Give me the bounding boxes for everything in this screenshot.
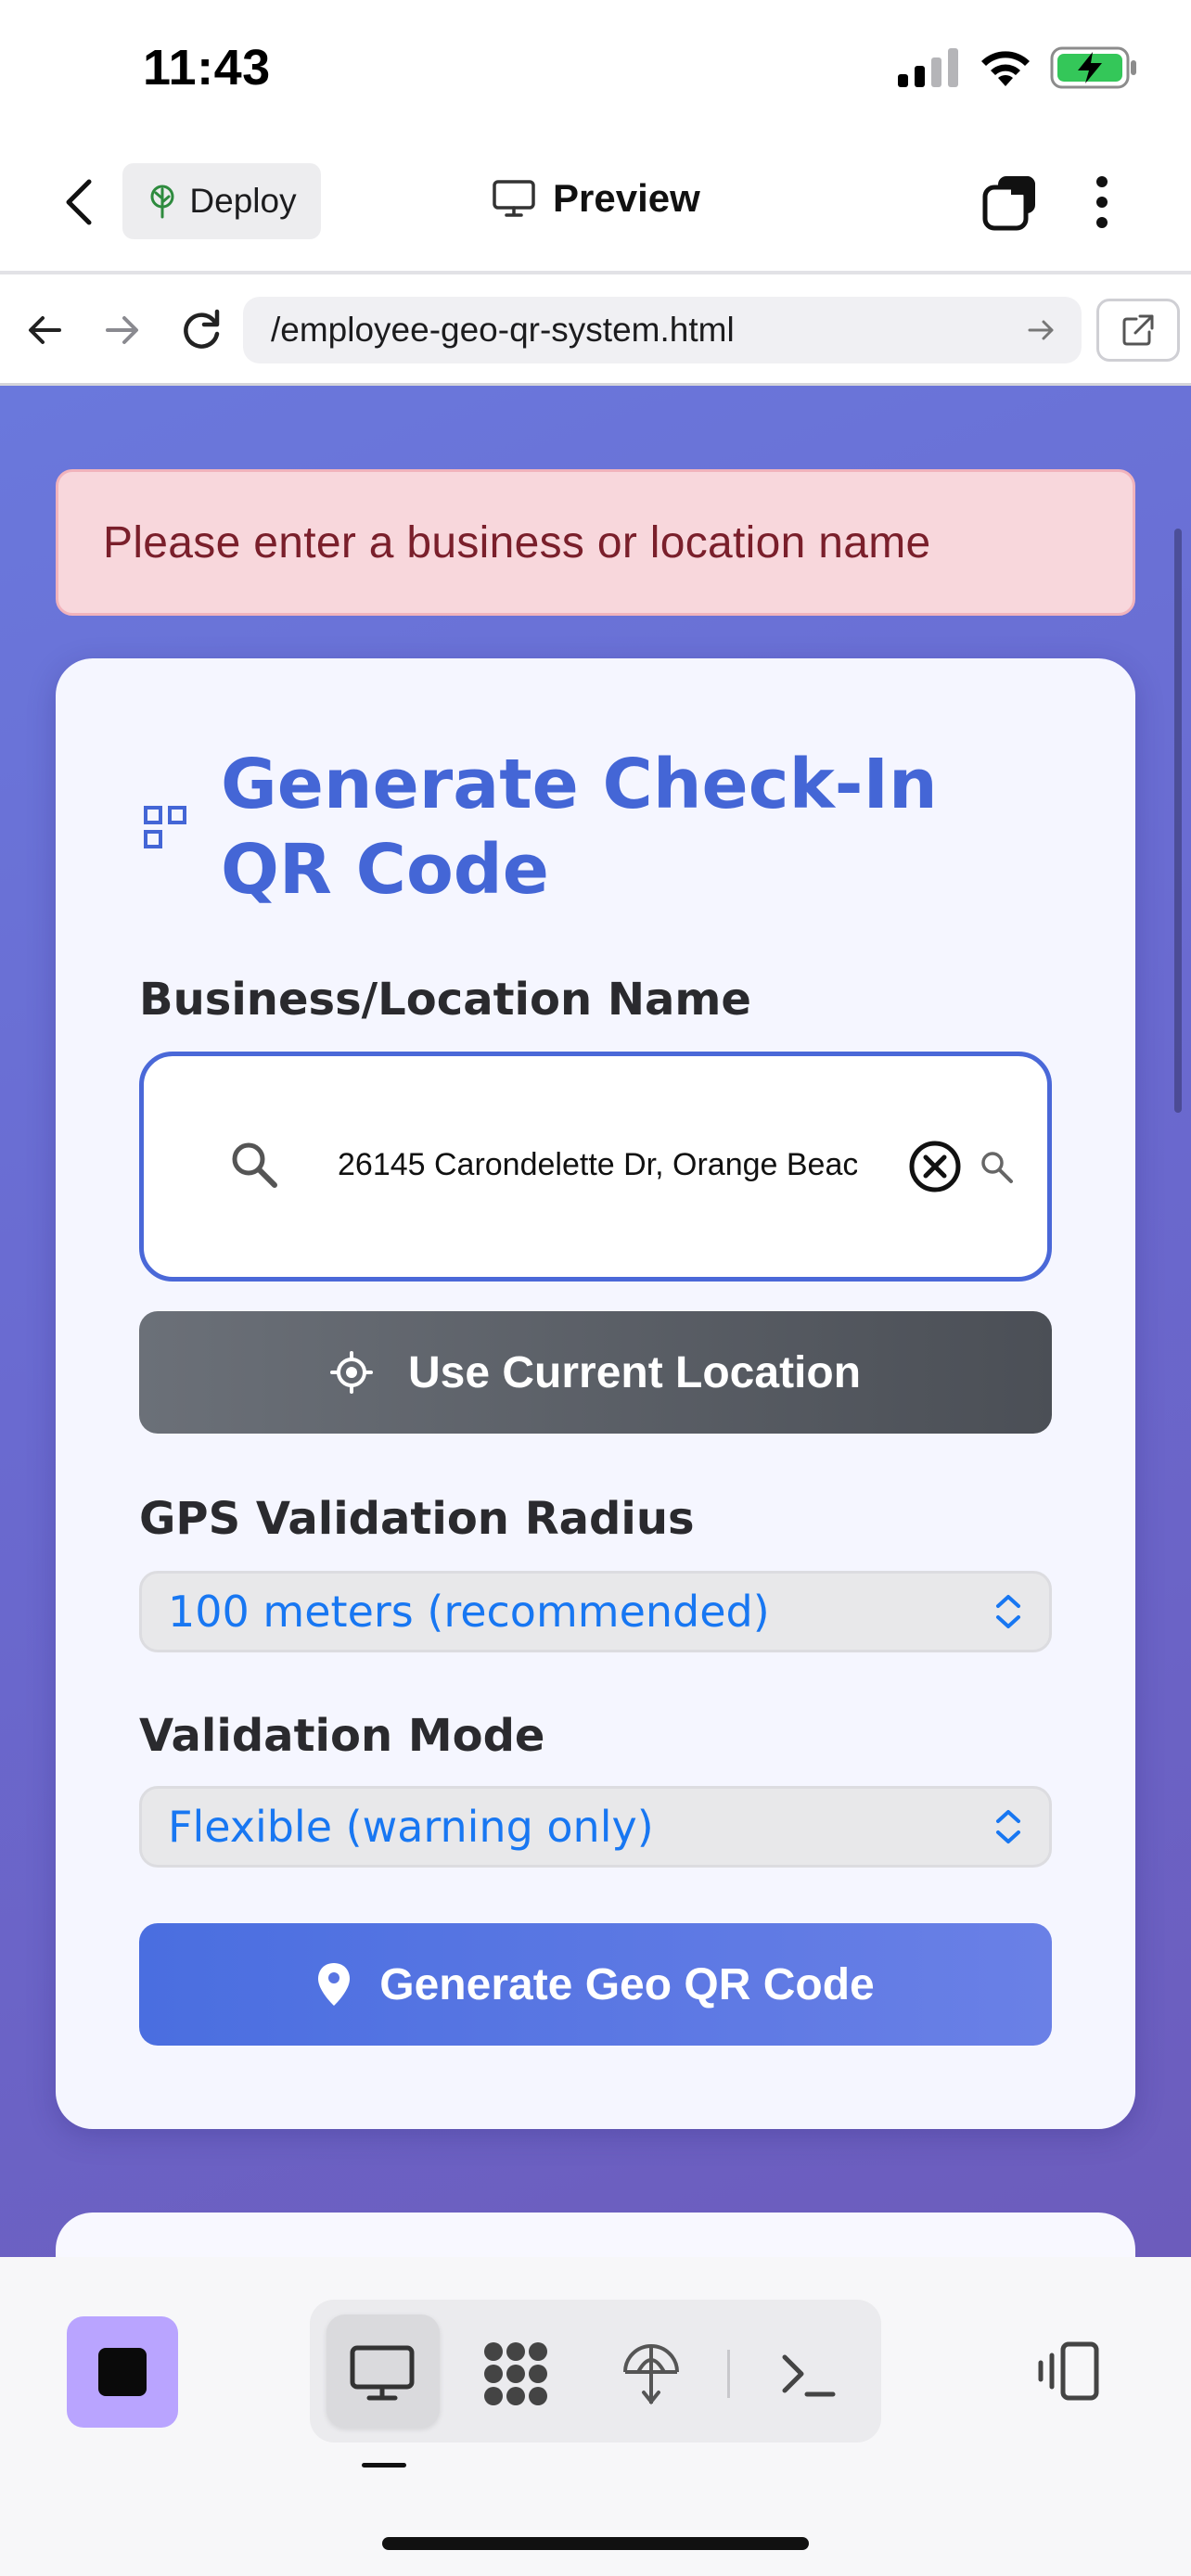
deploy-tree-icon	[150, 185, 174, 219]
map-pin-icon	[318, 1963, 351, 2006]
radius-label: GPS Validation Radius	[139, 1493, 695, 1545]
generate-qr-button[interactable]: Generate Geo QR Code	[139, 1923, 1052, 2046]
url-text: /employee-geo-qr-system.html	[271, 311, 735, 349]
browser-back-icon[interactable]	[24, 310, 65, 351]
use-location-label: Use Current Location	[407, 1347, 862, 1397]
search-small-icon[interactable]	[978, 1148, 1015, 1185]
generate-label: Generate Geo QR Code	[379, 1959, 875, 2009]
browser-forward-icon[interactable]	[102, 310, 143, 351]
cellular-signal-icon	[898, 48, 958, 87]
more-vertical-icon[interactable]	[1091, 172, 1113, 232]
stop-icon	[98, 2348, 147, 2396]
chevron-updown-icon	[996, 1595, 1020, 1628]
stop-button[interactable]	[67, 2316, 178, 2428]
search-icon	[232, 1142, 277, 1188]
external-link-icon	[1122, 314, 1154, 346]
monitor-icon	[493, 180, 535, 217]
desktop-icon[interactable]	[347, 2339, 417, 2409]
radius-select[interactable]: 100 meters (recommended)	[139, 1571, 1052, 1652]
deploy-button[interactable]: Deploy	[122, 163, 321, 239]
business-name-label: Business/Location Name	[139, 974, 751, 1026]
radius-value: 100 meters (recommended)	[168, 1587, 770, 1637]
qrcode-icon	[144, 806, 186, 848]
scrollbar-thumb[interactable]	[1174, 529, 1182, 1113]
mode-value: Flexible (warning only)	[168, 1802, 654, 1852]
topbar-divider	[0, 271, 1191, 274]
crosshair-icon	[329, 1351, 373, 1394]
preview-label: Preview	[553, 176, 700, 220]
mode-select[interactable]: Flexible (warning only)	[139, 1786, 1052, 1868]
url-bar[interactable]: /employee-geo-qr-system.html	[243, 297, 1082, 363]
apps-grid-icon[interactable]	[480, 2339, 551, 2409]
tabs-icon[interactable]	[981, 172, 1041, 232]
status-icons	[898, 46, 1139, 89]
terminal-icon[interactable]	[774, 2339, 844, 2409]
error-alert: Please enter a business or location name	[56, 469, 1135, 616]
active-tab-indicator	[362, 2463, 406, 2468]
chevron-updown-icon	[996, 1810, 1020, 1843]
switcher-separator	[727, 2350, 730, 2398]
search-value[interactable]: 26145 Carondelette Dr, Orange Beach	[338, 1142, 857, 1187]
back-chevron-icon[interactable]	[58, 176, 100, 228]
mode-label: Validation Mode	[139, 1710, 545, 1762]
deploy-antenna-icon[interactable]	[616, 2339, 686, 2409]
use-current-location-button[interactable]: Use Current Location	[139, 1311, 1052, 1434]
open-external-button[interactable]	[1096, 299, 1180, 362]
go-arrow-icon[interactable]	[1026, 314, 1057, 346]
preview-tab[interactable]: Preview	[492, 176, 700, 221]
wifi-icon	[981, 51, 1030, 86]
status-time: 11:43	[143, 40, 271, 96]
device-rotate-icon[interactable]	[1035, 2340, 1102, 2402]
clear-input-icon[interactable]	[907, 1139, 963, 1194]
home-indicator[interactable]	[382, 2537, 809, 2550]
deploy-label: Deploy	[189, 182, 297, 220]
battery-charging-icon	[1050, 46, 1136, 89]
alert-message: Please enter a business or location name	[103, 517, 931, 567]
card-title: Generate Check-In QR Code	[221, 745, 938, 910]
reload-icon[interactable]	[178, 306, 224, 352]
